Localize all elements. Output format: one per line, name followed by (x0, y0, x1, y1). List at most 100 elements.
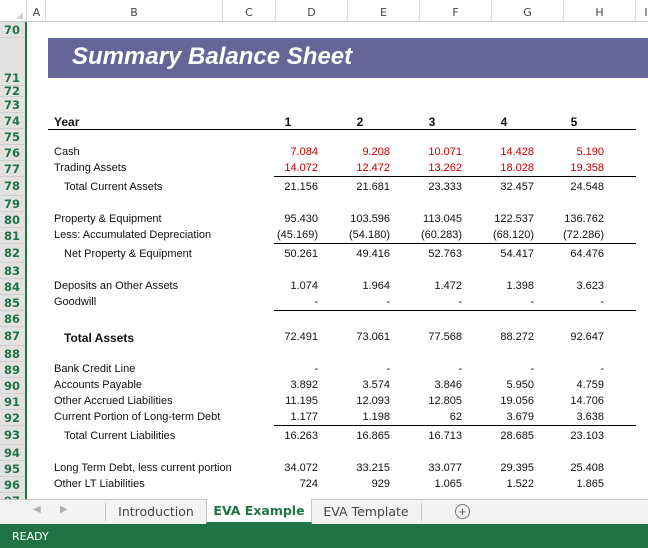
cell-value[interactable]: 16.713 (392, 430, 462, 442)
row-header[interactable]: 83 (0, 263, 25, 279)
cell-value[interactable]: 4.759 (534, 379, 604, 391)
cell-value[interactable]: 18.028 (464, 162, 534, 174)
row-header[interactable]: 94 (0, 445, 25, 461)
cell-value[interactable]: - (464, 363, 534, 375)
row-label[interactable]: Total Current Assets (64, 181, 162, 193)
row-header[interactable]: 84 (0, 279, 25, 295)
cell-value[interactable]: 122.537 (464, 213, 534, 225)
column-header-d[interactable]: D (276, 0, 348, 22)
row-header[interactable]: 87 (0, 327, 25, 346)
cell-value[interactable]: 49.416 (320, 248, 390, 260)
row-label[interactable]: Trading Assets (54, 162, 126, 174)
cell-value[interactable]: - (392, 296, 462, 308)
row-header[interactable]: 86 (0, 311, 25, 327)
row-header[interactable]: 89 (0, 362, 25, 378)
cell-value[interactable]: 10.071 (392, 146, 462, 158)
cell-value[interactable]: 1.198 (320, 411, 390, 423)
cell-value[interactable]: 25.408 (534, 462, 604, 474)
row-label[interactable]: Less: Accumulated Depreciation (54, 229, 211, 241)
row-header[interactable]: 91 (0, 394, 25, 410)
cell-value[interactable]: 3.679 (464, 411, 534, 423)
cell-value[interactable]: 1.065 (392, 478, 462, 490)
cell-value[interactable]: 23.333 (392, 181, 462, 193)
cell-value[interactable]: - (248, 363, 318, 375)
row-header[interactable]: 77 (0, 161, 25, 177)
column-header-b[interactable]: B (46, 0, 223, 22)
cell-value[interactable]: 14.706 (534, 395, 604, 407)
row-header[interactable]: 71 (0, 38, 25, 86)
row-label[interactable]: Deposits an Other Assets (54, 280, 178, 292)
row-header[interactable]: 95 (0, 461, 25, 477)
cell-value[interactable]: 62 (392, 411, 462, 423)
row-header[interactable]: 81 (0, 228, 25, 244)
cell-value[interactable]: 52.763 (392, 248, 462, 260)
cell-value[interactable]: 95.430 (248, 213, 318, 225)
column-header-a[interactable]: A (28, 0, 46, 22)
cell-value[interactable]: 12.805 (392, 395, 462, 407)
cell-value[interactable]: 54.417 (464, 248, 534, 260)
row-header[interactable]: 79 (0, 196, 25, 212)
cell-value[interactable]: (68.120) (464, 229, 534, 241)
cell-value[interactable]: 136.762 (534, 213, 604, 225)
cell-value[interactable]: 1.522 (464, 478, 534, 490)
cell-value[interactable]: 929 (320, 478, 390, 490)
cell-value[interactable]: 92.647 (534, 331, 604, 343)
cell-value[interactable]: 5.190 (534, 146, 604, 158)
column-header-c[interactable]: C (223, 0, 276, 22)
cell-value[interactable]: 1.398 (464, 280, 534, 292)
cell-value[interactable]: - (534, 296, 604, 308)
cell-value[interactable]: 12.472 (320, 162, 390, 174)
cell-value[interactable]: 724 (248, 478, 318, 490)
cell-value[interactable]: 11.195 (248, 395, 318, 407)
row-label[interactable]: Cash (54, 146, 80, 158)
plus-circle-icon[interactable]: + (455, 504, 470, 519)
row-header[interactable]: 78 (0, 177, 25, 196)
cell-value[interactable]: 72.491 (248, 331, 318, 343)
chevron-right-icon[interactable]: ▶ (60, 504, 68, 515)
column-header-f[interactable]: F (420, 0, 492, 22)
row-label[interactable]: Property & Equipment (54, 213, 162, 225)
cell-value[interactable]: 1.865 (534, 478, 604, 490)
row-header[interactable]: 73 (0, 97, 25, 113)
cell-value[interactable]: (60.283) (392, 229, 462, 241)
row-header[interactable]: 92 (0, 410, 25, 426)
cell-value[interactable]: 1.074 (248, 280, 318, 292)
chevron-left-icon[interactable]: ◀ (33, 504, 41, 515)
cell-value[interactable]: (54.180) (320, 229, 390, 241)
row-header[interactable]: 88 (0, 346, 25, 362)
cell-value[interactable]: 28.685 (464, 430, 534, 442)
cell-value[interactable]: 23.103 (534, 430, 604, 442)
row-header[interactable]: 74 (0, 113, 25, 129)
tab-eva-template[interactable]: EVA Template (312, 500, 420, 524)
cell-value[interactable]: 33.215 (320, 462, 390, 474)
cell-value[interactable]: 16.865 (320, 430, 390, 442)
row-header[interactable]: 72 (0, 85, 25, 97)
worksheet-grid[interactable]: Summary Balance Sheet Year 1 2 3 4 5 Cash 7.0… (29, 22, 648, 499)
row-label[interactable]: Accounts Payable (54, 379, 142, 391)
cell-value[interactable]: 1.177 (248, 411, 318, 423)
cell-value[interactable]: 12.093 (320, 395, 390, 407)
cell-value[interactable]: 1.964 (320, 280, 390, 292)
cell-value[interactable]: (45.169) (248, 229, 318, 241)
cell-value[interactable]: 3.638 (534, 411, 604, 423)
cell-value[interactable]: 3.846 (392, 379, 462, 391)
cell-value[interactable]: (72.286) (534, 229, 604, 241)
cell-value[interactable]: 5.950 (464, 379, 534, 391)
row-label[interactable]: Net Property & Equipment (64, 248, 192, 260)
row-label[interactable]: Total Current Liabilities (64, 430, 175, 442)
cell-value[interactable]: 21.681 (320, 181, 390, 193)
cell-value[interactable]: - (464, 296, 534, 308)
cell-value[interactable]: - (534, 363, 604, 375)
cell-value[interactable]: 73.061 (320, 331, 390, 343)
cell-value[interactable]: 3.623 (534, 280, 604, 292)
row-header[interactable]: 80 (0, 212, 25, 228)
cell-value[interactable]: 1.472 (392, 280, 462, 292)
row-label[interactable]: Goodwill (54, 296, 96, 308)
cell-value[interactable]: - (320, 363, 390, 375)
row-label[interactable]: Long Term Debt, less current portion (54, 462, 232, 474)
row-header[interactable]: 93 (0, 426, 25, 445)
cell-value[interactable]: 32.457 (464, 181, 534, 193)
cell-value[interactable]: 19.358 (534, 162, 604, 174)
column-header-g[interactable]: G (492, 0, 564, 22)
cell-value[interactable]: 50.261 (248, 248, 318, 260)
